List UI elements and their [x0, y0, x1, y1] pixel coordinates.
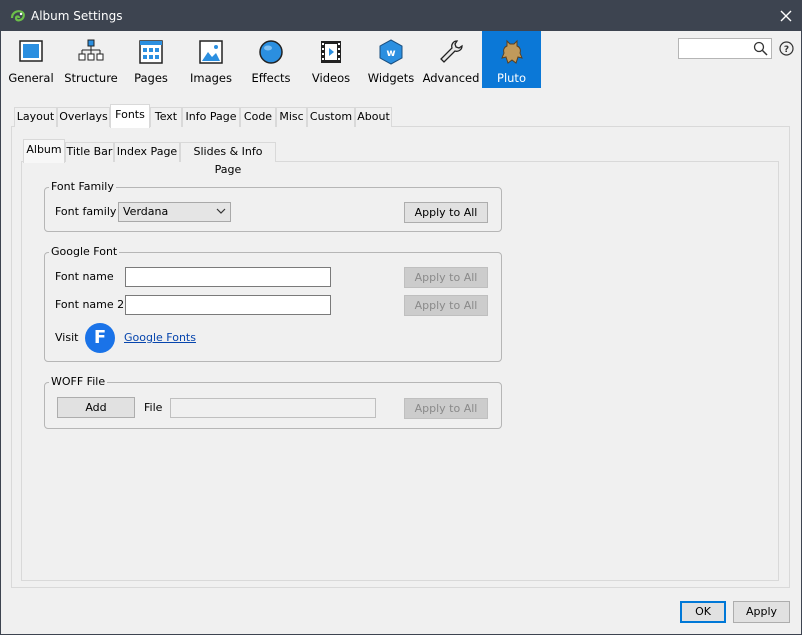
- font-name-input[interactable]: [125, 267, 331, 287]
- woff-file-legend: WOFF File: [49, 375, 108, 388]
- widget-hexagon-icon: w: [379, 39, 403, 65]
- toolbar-item-advanced[interactable]: Advanced: [421, 31, 481, 88]
- film-icon: [321, 41, 341, 63]
- title-bar: Album Settings: [1, 1, 801, 31]
- toolbar-item-images[interactable]: Images: [181, 31, 241, 88]
- tab-custom[interactable]: Custom: [307, 107, 355, 127]
- toolbar-item-pluto[interactable]: Pluto: [482, 31, 541, 88]
- help-icon[interactable]: ?: [779, 41, 794, 56]
- tab-overlays[interactable]: Overlays: [57, 107, 110, 127]
- svg-text:?: ?: [784, 45, 789, 55]
- font-name-apply-button[interactable]: Apply to All: [404, 267, 488, 288]
- pages-grid-icon: [139, 40, 163, 64]
- image-icon: [199, 40, 223, 64]
- subtab-album[interactable]: Album: [23, 139, 65, 163]
- font-name-2-label: Font name 2: [55, 298, 125, 311]
- font-family-value: Verdana: [123, 205, 169, 218]
- toolbar-item-widgets[interactable]: w Widgets: [361, 31, 421, 88]
- sphere-icon: [259, 40, 283, 64]
- font-family-apply-button[interactable]: Apply to All: [404, 202, 488, 223]
- font-name-2-input[interactable]: [125, 295, 331, 315]
- monitor-icon: [19, 40, 43, 62]
- toolbar-item-videos[interactable]: Videos: [301, 31, 361, 88]
- toolbar-item-structure[interactable]: Structure: [61, 31, 121, 88]
- woff-apply-button[interactable]: Apply to All: [404, 398, 488, 419]
- font-name-2-apply-button[interactable]: Apply to All: [404, 295, 488, 316]
- google-fonts-link[interactable]: Google Fonts: [124, 331, 196, 344]
- toolbar-item-effects[interactable]: Effects: [241, 31, 301, 88]
- font-family-select[interactable]: Verdana: [118, 202, 231, 222]
- tab-text[interactable]: Text: [150, 107, 182, 127]
- font-family-legend: Font Family: [49, 180, 116, 193]
- search-icon[interactable]: [753, 41, 768, 56]
- tab-layout[interactable]: Layout: [14, 107, 57, 127]
- google-font-legend: Google Font: [49, 245, 120, 258]
- chameleon-icon: [10, 10, 25, 22]
- wrench-icon: [440, 40, 463, 63]
- toolbar-item-pages[interactable]: Pages: [121, 31, 181, 88]
- subtab-slides-info-page[interactable]: Slides & Info Page: [180, 142, 276, 176]
- svg-text:w: w: [386, 48, 395, 59]
- apply-button[interactable]: Apply: [733, 601, 790, 623]
- window-title: Album Settings: [31, 9, 123, 23]
- toolbar-item-general[interactable]: General: [1, 31, 61, 88]
- sitemap-icon: [78, 39, 104, 61]
- chevron-down-icon: [216, 208, 226, 214]
- visit-label: Visit: [55, 331, 79, 344]
- subtab-title-bar[interactable]: Title Bar: [65, 142, 114, 162]
- woff-file-input[interactable]: [170, 398, 376, 418]
- tab-misc[interactable]: Misc: [276, 107, 307, 127]
- tab-info-page[interactable]: Info Page: [182, 107, 240, 127]
- font-name-label: Font name: [55, 270, 114, 283]
- subtab-index-page[interactable]: Index Page: [114, 142, 180, 162]
- search-input[interactable]: [678, 38, 772, 59]
- woff-add-button[interactable]: Add: [57, 397, 135, 418]
- woff-file-label: File: [144, 401, 163, 414]
- tab-code[interactable]: Code: [240, 107, 276, 127]
- google-fonts-badge-icon[interactable]: F: [85, 323, 115, 353]
- album-settings-window: Album Settings General Structure Pages I…: [0, 0, 802, 635]
- font-family-label: Font family: [55, 205, 117, 218]
- close-icon[interactable]: [771, 1, 801, 31]
- tab-about[interactable]: About: [355, 107, 392, 127]
- tab-fonts[interactable]: Fonts: [110, 104, 150, 128]
- hide-icon: [500, 39, 523, 64]
- ok-button[interactable]: OK: [680, 601, 726, 623]
